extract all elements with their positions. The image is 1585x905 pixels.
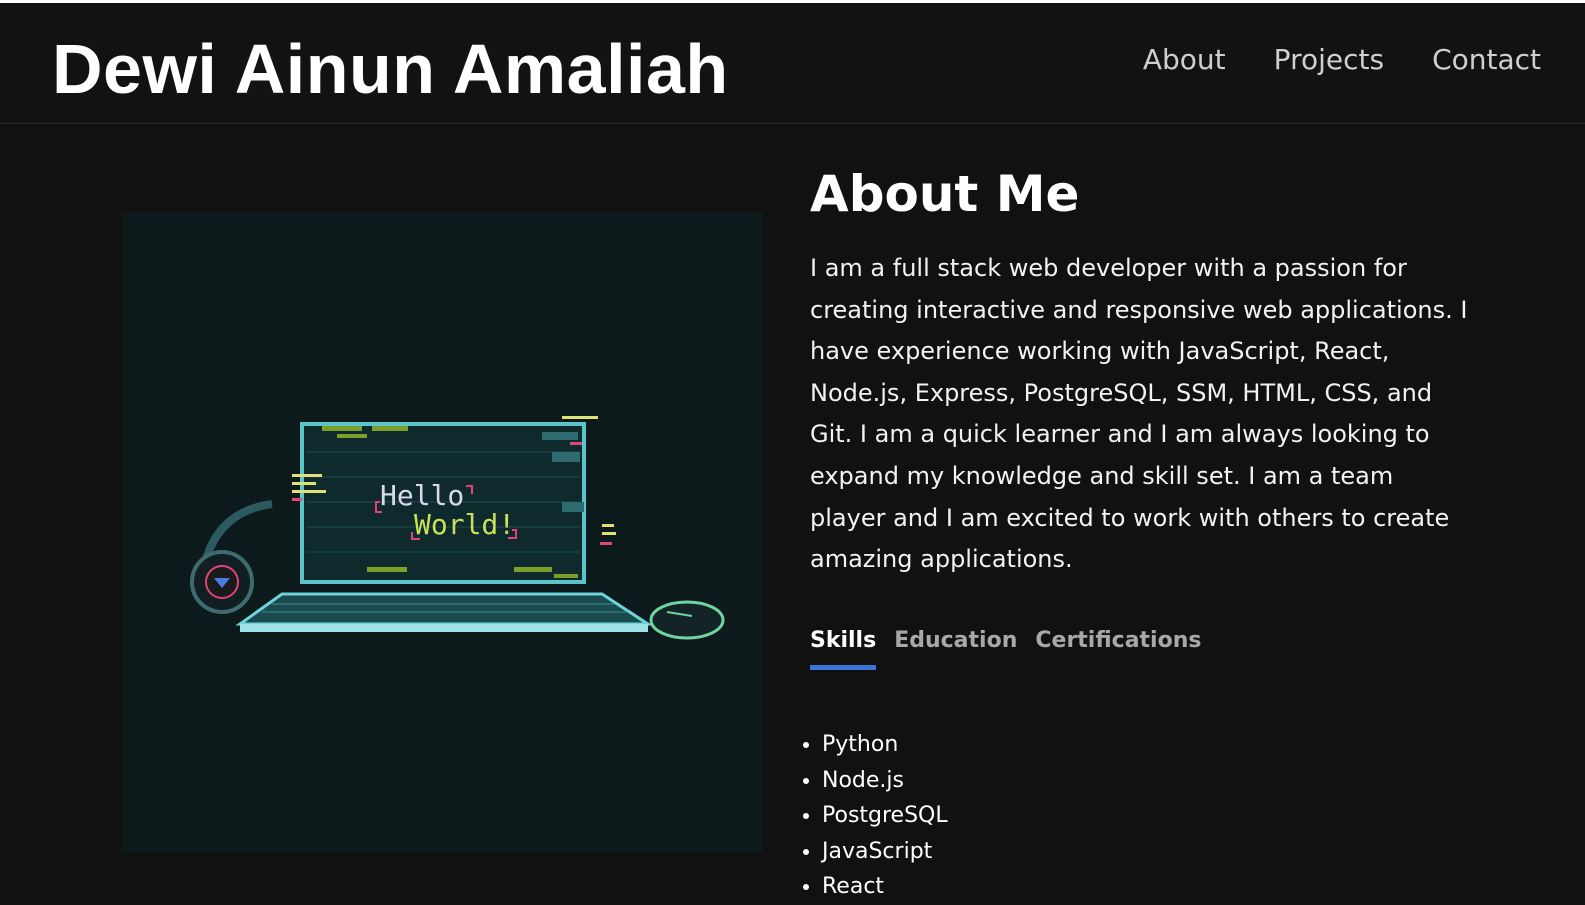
list-item: Python: [822, 727, 948, 763]
tab-education[interactable]: Education: [894, 628, 1017, 670]
about-tabs: Skills Education Certifications: [810, 628, 1201, 670]
nav-projects-link[interactable]: Projects: [1274, 43, 1384, 76]
list-item: PostgreSQL: [822, 798, 948, 834]
about-paragraph: I am a full stack web developer with a p…: [810, 254, 1468, 574]
laptop-keyboard: [235, 592, 654, 626]
skills-list: Python Node.js PostgreSQL JavaScript Rea…: [800, 727, 948, 905]
list-item: Node.js: [822, 763, 948, 799]
about-section: About Me I am a full stack web developer…: [810, 160, 1470, 581]
list-item: React: [822, 869, 948, 905]
headphones: [190, 500, 273, 614]
nav-contact-link[interactable]: Contact: [1432, 43, 1541, 76]
nav-about-link[interactable]: About: [1143, 43, 1226, 76]
hero-image: Hello World!: [122, 212, 763, 852]
list-item: JavaScript: [822, 834, 948, 870]
site-header: Dewi Ainun Amaliah About Projects Contac…: [0, 3, 1585, 124]
mouse: [649, 600, 725, 640]
tab-skills[interactable]: Skills: [810, 628, 877, 670]
tab-certifications[interactable]: Certifications: [1035, 628, 1201, 670]
about-heading: About Me: [810, 165, 1080, 223]
site-title[interactable]: Dewi Ainun Amaliah: [52, 27, 729, 111]
main-nav: About Projects Contact: [1143, 43, 1541, 76]
screen-text-world: World!: [414, 508, 515, 541]
